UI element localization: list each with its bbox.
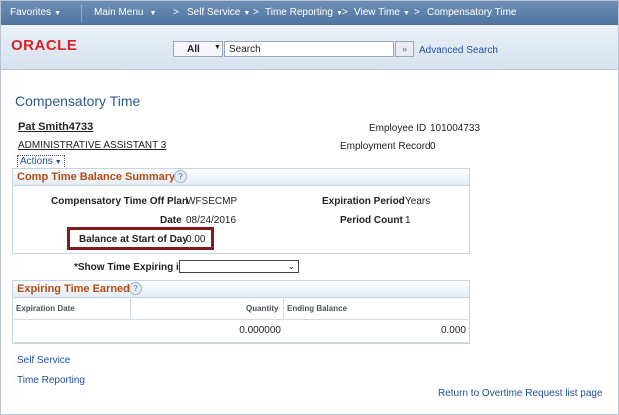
employment-record-label: Employment Record bbox=[340, 141, 431, 152]
favorites-menu[interactable]: Favorites ▼ bbox=[10, 7, 61, 18]
show-expiring-select[interactable]: ⌄ bbox=[179, 260, 299, 273]
col-header-ending-balance[interactable]: Ending Balance bbox=[287, 304, 347, 313]
chevron-down-icon: ▼ bbox=[402, 10, 410, 17]
main-menu[interactable]: Main Menu ▼ bbox=[94, 7, 156, 18]
footer-link-self-service[interactable]: Self Service bbox=[17, 355, 70, 366]
chevron-down-icon: ⌄ bbox=[287, 261, 295, 271]
balance-highlight-box bbox=[67, 227, 214, 250]
search-go-button[interactable]: » bbox=[395, 41, 414, 57]
search-scope-select[interactable]: All ▼ bbox=[173, 41, 223, 57]
group-title: Expiring Time Earned bbox=[17, 283, 130, 295]
search-input[interactable]: Search bbox=[224, 41, 394, 57]
employee-id-label: Employee ID bbox=[369, 123, 427, 134]
oracle-logo: ORACLE bbox=[11, 37, 78, 54]
cell-quantity: 0.000000 bbox=[239, 325, 281, 336]
group-header: Expiring Time Earned ? bbox=[13, 281, 469, 298]
employment-record-value: 0 bbox=[430, 141, 436, 152]
search-placeholder: Search bbox=[229, 44, 261, 55]
plan-label: Compensatory Time Off Plan bbox=[51, 196, 189, 207]
chevron-down-icon: ▼ bbox=[149, 10, 157, 17]
breadcrumb-time-reporting[interactable]: Time Reporting ▼ bbox=[265, 7, 343, 18]
return-to-request-list-link[interactable]: Return to Overtime Request list page bbox=[438, 388, 603, 399]
chevron-down-icon: ▼ bbox=[214, 44, 221, 51]
page-title: Compensatory Time bbox=[15, 93, 141, 109]
chevron-down-icon: ▼ bbox=[54, 159, 62, 166]
show-expiring-label: *Show Time Expiring in bbox=[74, 262, 185, 273]
expiration-period-label: Expiration Period bbox=[322, 196, 405, 207]
search-scope-value: All bbox=[187, 44, 200, 55]
advanced-search-link[interactable]: Advanced Search bbox=[419, 45, 498, 56]
group-title: Comp Time Balance Summary bbox=[17, 171, 176, 183]
help-icon[interactable]: ? bbox=[129, 282, 142, 295]
breadcrumb-separator: > bbox=[173, 7, 179, 18]
breadcrumb-view-time[interactable]: View Time ▼ bbox=[354, 7, 410, 18]
employee-name: Pat Smith4733 bbox=[18, 121, 94, 133]
chevron-down-icon: ▼ bbox=[54, 10, 62, 17]
expiration-period-value: Years bbox=[405, 196, 431, 207]
period-count-value: 1 bbox=[405, 215, 411, 226]
actions-menu[interactable]: Actions ▼ bbox=[17, 155, 65, 169]
breadcrumb-separator: > bbox=[414, 7, 420, 18]
breadcrumb-self-service[interactable]: Self Service ▼ bbox=[187, 7, 250, 18]
table-row: 0.000000 0.000 bbox=[14, 319, 468, 343]
date-label: Date bbox=[160, 215, 182, 226]
col-header-expiration-date[interactable]: Expiration Date bbox=[16, 304, 75, 313]
chevron-down-icon: ▼ bbox=[243, 10, 251, 17]
breadcrumb-current: Compensatory Time bbox=[427, 7, 517, 18]
breadcrumb-separator: > bbox=[342, 7, 348, 18]
footer-link-time-reporting[interactable]: Time Reporting bbox=[17, 375, 85, 386]
date-value: 08/24/2016 bbox=[186, 215, 237, 226]
help-icon[interactable]: ? bbox=[174, 170, 187, 183]
nav-divider bbox=[81, 4, 82, 22]
col-header-quantity[interactable]: Quantity bbox=[246, 304, 278, 313]
group-header: Comp Time Balance Summary ? bbox=[13, 169, 469, 186]
breadcrumb-separator: > bbox=[253, 7, 259, 18]
job-title: ADMINISTRATIVE ASSISTANT 3 bbox=[18, 140, 167, 151]
employee-id-value: 101004733 bbox=[430, 123, 481, 134]
top-nav-bar: Favorites ▼ Main Menu ▼ > Self Service ▼ > … bbox=[1, 1, 618, 25]
cell-ending-balance: 0.000 bbox=[440, 325, 466, 336]
period-count-label: Period Count bbox=[340, 215, 403, 226]
plan-value: WFSECMP bbox=[186, 196, 238, 207]
